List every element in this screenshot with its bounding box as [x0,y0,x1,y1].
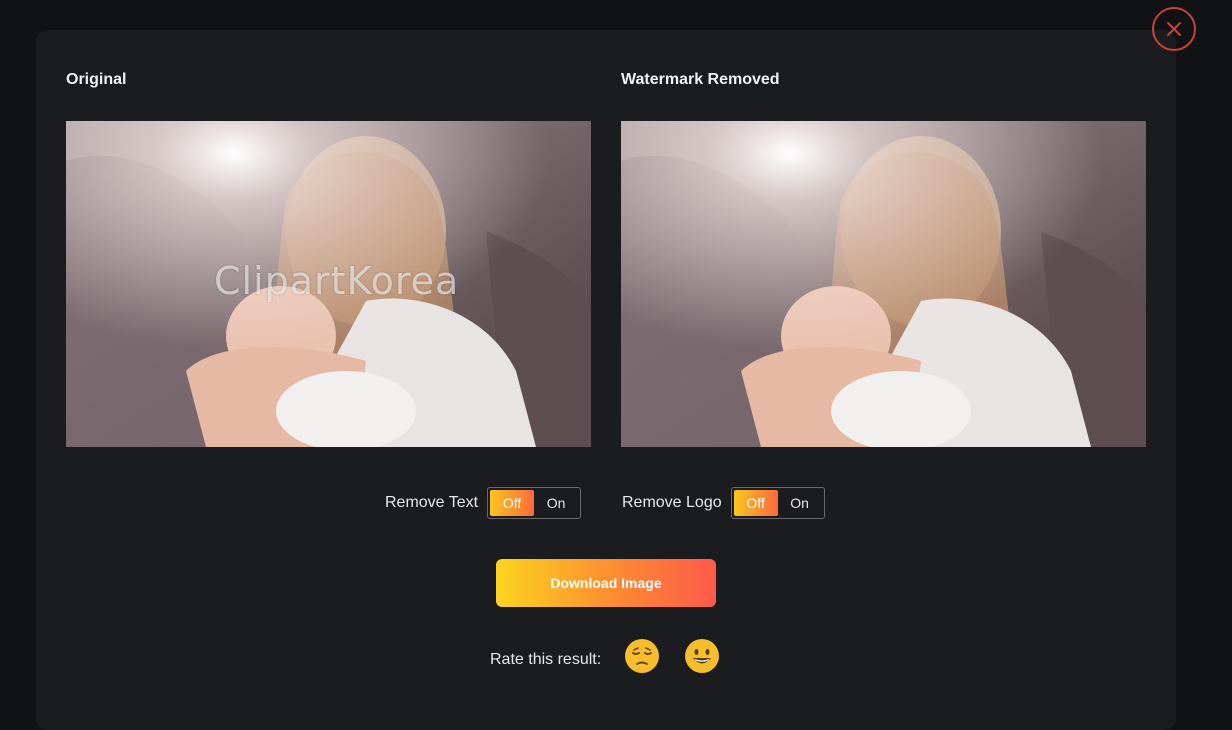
watermark-removed-image [621,121,1146,447]
remove-logo-control: Remove Logo Off On [622,487,825,519]
rate-label: Rate this result: [490,651,602,668]
original-image: ClipartKorea [66,121,591,447]
close-button[interactable] [1152,7,1196,51]
smile-face-icon[interactable] [684,638,720,674]
download-image-button[interactable]: Download Image [496,559,716,607]
remove-text-toggle[interactable]: Off On [487,487,582,519]
watermark-text: ClipartKorea [214,259,460,303]
remove-text-off-option[interactable]: Off [490,490,535,516]
original-title: Original [66,71,127,88]
photo-illustration [621,121,1146,447]
remove-text-on-option[interactable]: On [534,490,578,516]
remove-text-control: Remove Text Off On [385,487,582,519]
remove-logo-off-option[interactable]: Off [733,490,778,516]
sad-face-icon[interactable] [624,638,660,674]
remove-logo-on-option[interactable]: On [778,490,822,516]
watermark-removed-title: Watermark Removed [621,71,780,88]
close-icon [1167,22,1181,36]
remove-text-label: Remove Text [385,494,479,511]
remove-logo-toggle[interactable]: Off On [730,487,825,519]
remove-logo-label: Remove Logo [622,494,722,511]
